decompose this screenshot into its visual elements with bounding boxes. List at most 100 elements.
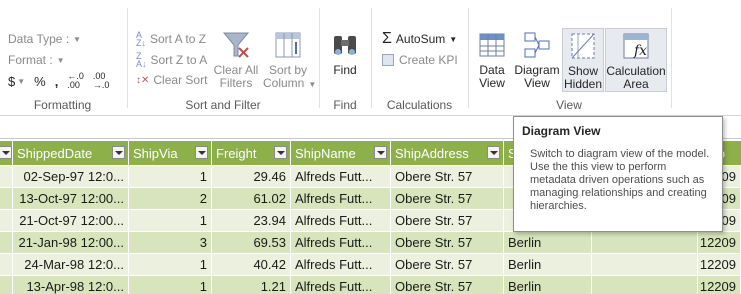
table-cell-name[interactable]: Alfreds Futt... xyxy=(291,210,391,232)
calculation-area-button[interactable]: fx Calculation Area xyxy=(605,28,667,92)
filter-dropdown-icon[interactable] xyxy=(487,146,500,159)
table-cell-shipped[interactable]: 13-Apr-98 12:0... xyxy=(13,276,129,294)
table-cell-c0[interactable] xyxy=(0,232,13,254)
table-cell-freight[interactable]: 40.42 xyxy=(212,254,291,276)
table-cell-addr[interactable]: Obere Str. 57 xyxy=(391,254,504,276)
sort-z-to-a-label: Sort Z to A xyxy=(150,53,208,67)
formatting-label: Formatting xyxy=(33,98,92,112)
show-hidden-button[interactable]: Show Hidden xyxy=(562,28,604,92)
table-cell-addr[interactable]: Obere Str. 57 xyxy=(391,232,504,254)
table-cell-c0[interactable] xyxy=(0,166,13,188)
clear-all-label-1: Clear All xyxy=(213,63,259,77)
table-cell-postal[interactable]: 12209 xyxy=(698,232,741,254)
diagram-view-label-2: View xyxy=(524,76,550,90)
format-dropdown[interactable]: Format : ▼ xyxy=(8,53,65,67)
data-view-button[interactable]: Data View xyxy=(473,30,511,90)
column-header-shippeddate[interactable]: ShippedDate xyxy=(13,141,129,165)
clear-all-label-2: Filters xyxy=(219,76,253,90)
data-type-dropdown[interactable]: Data Type : ▼ xyxy=(8,32,81,46)
svg-text:fx: fx xyxy=(633,43,647,59)
table-cell-via[interactable]: 2 xyxy=(129,188,212,210)
table-cell-via[interactable]: 1 xyxy=(129,166,212,188)
sort-by-column-icon xyxy=(275,32,301,58)
table-cell-postal[interactable]: 12209 xyxy=(698,276,741,294)
table-cell-c0[interactable] xyxy=(0,210,13,232)
format-label: Format : xyxy=(8,53,53,67)
table-cell-name[interactable]: Alfreds Futt... xyxy=(291,254,391,276)
filter-dropdown-icon[interactable] xyxy=(0,146,12,159)
diagram-view-button[interactable]: Diagram View xyxy=(513,30,561,90)
table-row[interactable]: 21-Jan-98 12:00... 3 69.53 Alfreds Futt... O… xyxy=(0,232,741,254)
sort-a-to-z-button[interactable]: A Z↓ Sort A to Z xyxy=(136,31,206,48)
autosum-label: AutoSum xyxy=(395,32,446,46)
filter-dropdown-icon[interactable] xyxy=(195,146,208,159)
table-cell-via[interactable]: 1 xyxy=(129,254,212,276)
filter-dropdown-icon[interactable] xyxy=(112,146,125,159)
table-cell-freight[interactable]: 1.21 xyxy=(212,276,291,294)
clear-sort-button[interactable]: ↕✕ Clear Sort xyxy=(136,73,207,87)
header-label: ShippedDate xyxy=(17,145,93,161)
header-label: Freight xyxy=(216,145,257,161)
column-header-shipvia[interactable]: ShipVia xyxy=(129,141,212,165)
currency-icon[interactable]: $ xyxy=(8,74,15,89)
formatting-group: Data Type : ▼ Format : ▼ $ ▼ % , ←.0.00 .0… xyxy=(0,0,125,116)
create-kpi-button[interactable]: Create KPI xyxy=(382,53,458,67)
table-cell-freight[interactable]: 61.02 xyxy=(212,188,291,210)
table-cell-c0[interactable] xyxy=(0,254,13,276)
filter-dropdown-icon[interactable] xyxy=(274,146,287,159)
table-cell-freight[interactable]: 23.94 xyxy=(212,210,291,232)
table-cell-c0[interactable] xyxy=(0,188,13,210)
table-cell-c0[interactable] xyxy=(0,276,13,294)
clear-filter-icon xyxy=(222,32,250,58)
sort-by-column-button[interactable]: Sort by Column ▼ xyxy=(263,30,316,91)
decrease-decimal-icon[interactable]: .00 →.0 xyxy=(93,72,110,90)
table-cell-via[interactable]: 3 xyxy=(129,232,212,254)
table-cell-shipped[interactable]: 21-Jan-98 12:00... xyxy=(13,232,129,254)
increase-decimal-icon[interactable]: ←.0.00 xyxy=(67,72,84,90)
header-label: ShipAddress xyxy=(395,145,469,161)
column-header-shipname[interactable]: ShipName xyxy=(291,141,391,165)
table-cell-city[interactable]: Berlin xyxy=(504,232,592,254)
table-cell-shipped[interactable]: 24-Mar-98 12:0... xyxy=(13,254,129,276)
filter-dropdown-icon[interactable] xyxy=(374,146,387,159)
table-cell-postal[interactable]: 12209 xyxy=(698,254,741,276)
calculations-group: Σ AutoSum ▼ Create KPI Calculations xyxy=(372,0,467,116)
table-cell-region[interactable] xyxy=(592,232,698,254)
find-group-label: Find xyxy=(333,98,357,112)
table-cell-via[interactable]: 1 xyxy=(129,276,212,294)
column-header-shipaddress[interactable]: ShipAddress xyxy=(391,141,504,165)
table-cell-shipped[interactable]: 13-Oct-97 12:00... xyxy=(13,188,129,210)
table-cell-city[interactable]: Berlin xyxy=(504,276,592,294)
table-cell-freight[interactable]: 29.46 xyxy=(212,166,291,188)
table-row[interactable]: 13-Apr-98 12:0... 1 1.21 Alfreds Futt... Obe… xyxy=(0,276,741,294)
table-cell-city[interactable]: Berlin xyxy=(504,254,592,276)
table-cell-name[interactable]: Alfreds Futt... xyxy=(291,232,391,254)
table-cell-addr[interactable]: Obere Str. 57 xyxy=(391,188,504,210)
create-kpi-label: Create KPI xyxy=(399,53,458,67)
table-cell-region[interactable] xyxy=(592,254,698,276)
comma-icon[interactable]: , xyxy=(55,74,59,89)
table-cell-freight[interactable]: 69.53 xyxy=(212,232,291,254)
table-cell-name[interactable]: Alfreds Futt... xyxy=(291,276,391,294)
sort-filter-label: Sort and Filter xyxy=(185,98,261,112)
table-cell-via[interactable]: 1 xyxy=(129,210,212,232)
table-cell-name[interactable]: Alfreds Futt... xyxy=(291,166,391,188)
column-header-0[interactable] xyxy=(0,141,13,165)
calculation-area-label-2: Area xyxy=(623,77,649,91)
clear-all-filters-button[interactable]: Clear All Filters xyxy=(212,30,260,90)
find-button[interactable]: Find xyxy=(326,30,364,77)
table-cell-name[interactable]: Alfreds Futt... xyxy=(291,188,391,210)
table-cell-shipped[interactable]: 21-Oct-97 12:00... xyxy=(13,210,129,232)
view-group: Data View Diagram View Show Hidden fx Ca… xyxy=(469,0,669,116)
table-cell-region[interactable] xyxy=(592,276,698,294)
autosum-button[interactable]: Σ AutoSum ▼ xyxy=(382,30,457,48)
sigma-icon: Σ xyxy=(382,30,392,47)
sort-z-to-a-button[interactable]: Z A↓ Sort Z to A xyxy=(136,52,208,69)
column-header-freight[interactable]: Freight xyxy=(212,141,291,165)
table-cell-addr[interactable]: Obere Str. 57 xyxy=(391,210,504,232)
table-cell-shipped[interactable]: 02-Sep-97 12:0... xyxy=(13,166,129,188)
table-row[interactable]: 24-Mar-98 12:0... 1 40.42 Alfreds Futt... Ob… xyxy=(0,254,741,276)
table-cell-addr[interactable]: Obere Str. 57 xyxy=(391,166,504,188)
table-cell-addr[interactable]: Obere Str. 57 xyxy=(391,276,504,294)
percent-icon[interactable]: % xyxy=(34,74,46,89)
